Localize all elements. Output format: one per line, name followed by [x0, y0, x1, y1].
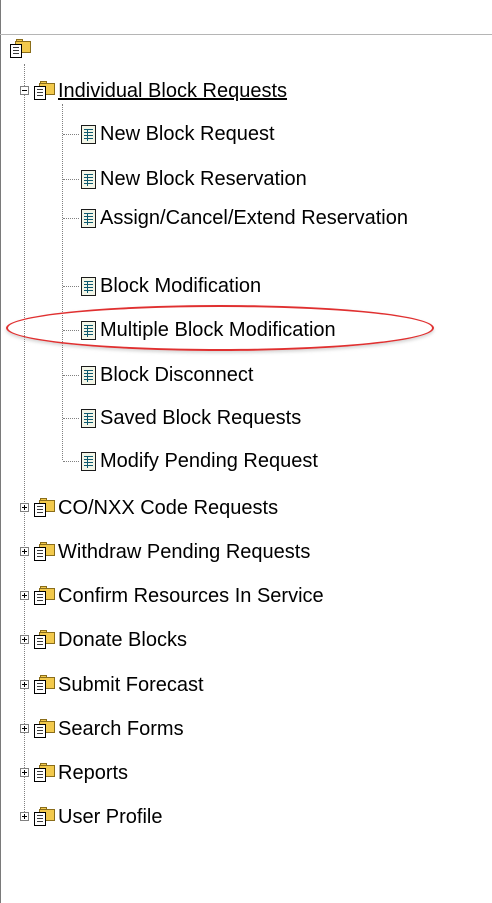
- document-icon: [79, 169, 97, 189]
- expand-expander-icon[interactable]: [20, 503, 29, 512]
- tree-item-label[interactable]: New Block Reservation: [100, 168, 307, 190]
- group-label[interactable]: Individual Block Requests: [58, 80, 287, 102]
- navigation-tree: Individual Block Requests New Block Requ…: [0, 0, 492, 903]
- tree-branch: [63, 375, 79, 376]
- tree-branch: [63, 418, 79, 419]
- group-label[interactable]: Search Forms: [58, 718, 184, 740]
- group-label[interactable]: Donate Blocks: [58, 629, 187, 651]
- folder-doc-icon: [10, 39, 32, 58]
- group-label[interactable]: Reports: [58, 762, 128, 784]
- tree-item-label[interactable]: Block Disconnect: [100, 364, 253, 386]
- tree-item-assign-cancel-extend-reservation[interactable]: Assign/Cancel/Extend Reservation: [79, 205, 420, 259]
- tree-item-label[interactable]: Saved Block Requests: [100, 407, 301, 429]
- expand-expander-icon[interactable]: [20, 635, 29, 644]
- tree-item-label[interactable]: Multiple Block Modification: [100, 319, 336, 341]
- folder-doc-icon: [34, 719, 56, 738]
- group-user-profile[interactable]: User Profile: [34, 804, 162, 830]
- expand-expander-icon[interactable]: [20, 724, 29, 733]
- group-confirm-resources-in-service[interactable]: Confirm Resources In Service: [34, 583, 324, 609]
- tree-item-label[interactable]: Block Modification: [100, 275, 261, 297]
- document-icon: [79, 320, 97, 340]
- group-label[interactable]: Withdraw Pending Requests: [58, 541, 310, 563]
- folder-doc-icon: [34, 807, 56, 826]
- tree-item-label[interactable]: New Block Request: [100, 123, 275, 145]
- document-icon: [79, 124, 97, 144]
- group-co-nxx-code-requests[interactable]: CO/NXX Code Requests: [34, 495, 278, 521]
- group-withdraw-pending-requests[interactable]: Withdraw Pending Requests: [34, 539, 310, 565]
- group-submit-forecast[interactable]: Submit Forecast: [34, 672, 204, 698]
- tree-item-multiple-block-modification[interactable]: Multiple Block Modification: [79, 317, 336, 343]
- tree-item-modify-pending-request[interactable]: Modify Pending Request: [79, 448, 318, 474]
- folder-doc-icon: [34, 498, 56, 517]
- tree-branch: [63, 286, 79, 287]
- tree-branch: [63, 461, 79, 462]
- group-search-forms[interactable]: Search Forms: [34, 716, 184, 742]
- tree-line-root: [24, 64, 25, 814]
- expand-expander-icon[interactable]: [20, 680, 29, 689]
- expand-expander-icon[interactable]: [20, 547, 29, 556]
- tree-branch: [63, 179, 79, 180]
- document-icon: [79, 365, 97, 385]
- group-individual-block-requests[interactable]: Individual Block Requests: [34, 78, 287, 104]
- group-donate-blocks[interactable]: Donate Blocks: [34, 627, 187, 653]
- folder-doc-icon: [34, 586, 56, 605]
- tree-item-new-block-reservation[interactable]: New Block Reservation: [79, 166, 307, 192]
- tree-item-label[interactable]: Assign/Cancel/Extend Reservation: [100, 205, 420, 231]
- tree-item-label[interactable]: Modify Pending Request: [100, 450, 318, 472]
- group-reports[interactable]: Reports: [34, 760, 128, 786]
- folder-doc-icon: [34, 81, 56, 100]
- group-label[interactable]: CO/NXX Code Requests: [58, 497, 278, 519]
- collapse-expander-icon[interactable]: [20, 86, 29, 95]
- expand-expander-icon[interactable]: [20, 591, 29, 600]
- tree-branch: [63, 134, 79, 135]
- tree-line-children: [62, 104, 63, 460]
- folder-doc-icon: [34, 630, 56, 649]
- tree-item-block-disconnect[interactable]: Block Disconnect: [79, 362, 253, 388]
- tree-item-saved-block-requests[interactable]: Saved Block Requests: [79, 405, 301, 431]
- tree-root[interactable]: [10, 39, 34, 58]
- tree-item-block-modification[interactable]: Block Modification: [79, 273, 261, 299]
- document-icon: [79, 408, 97, 428]
- tree-branch: [63, 330, 79, 331]
- document-icon: [79, 208, 97, 228]
- tree-branch: [63, 218, 79, 219]
- expand-expander-icon[interactable]: [20, 812, 29, 821]
- group-label[interactable]: Confirm Resources In Service: [58, 585, 324, 607]
- folder-doc-icon: [34, 763, 56, 782]
- folder-doc-icon: [34, 542, 56, 561]
- expand-expander-icon[interactable]: [20, 768, 29, 777]
- folder-doc-icon: [34, 675, 56, 694]
- group-label[interactable]: Submit Forecast: [58, 674, 204, 696]
- tree-item-new-block-request[interactable]: New Block Request: [79, 121, 275, 147]
- group-label[interactable]: User Profile: [58, 806, 162, 828]
- document-icon: [79, 451, 97, 471]
- document-icon: [79, 276, 97, 296]
